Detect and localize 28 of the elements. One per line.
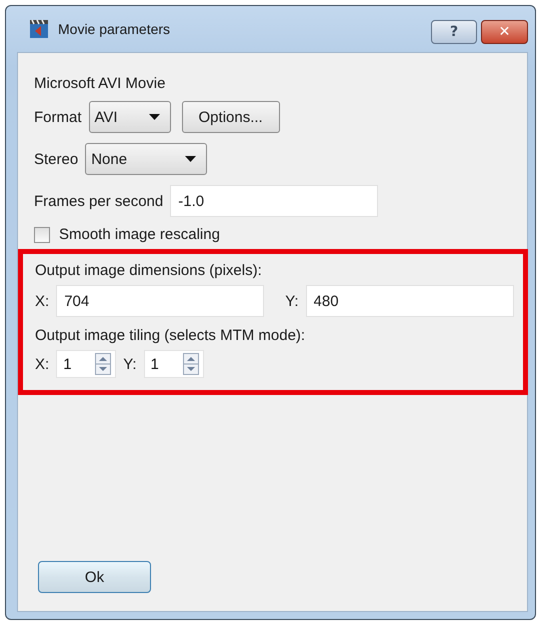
ok-button[interactable]: Ok bbox=[38, 561, 151, 593]
options-button[interactable]: Options... bbox=[182, 101, 280, 133]
field-label: X: bbox=[35, 356, 50, 372]
width-field[interactable]: 704 bbox=[56, 285, 264, 317]
stereo-dropdown[interactable]: None bbox=[85, 143, 208, 175]
fps-field[interactable]: -1.0 bbox=[170, 185, 378, 217]
checkbox-label: Smooth image rescaling bbox=[59, 226, 220, 243]
clapperboard-icon bbox=[29, 19, 49, 39]
section-label: Output image tiling (selects MTM mode): bbox=[35, 327, 306, 344]
section-label: Output image dimensions (pixels): bbox=[35, 262, 263, 279]
field-label: Stereo bbox=[34, 150, 78, 168]
help-button[interactable]: ? bbox=[431, 20, 477, 44]
spin-box[interactable]: 1 bbox=[56, 350, 116, 378]
spinner-arrows-icon[interactable] bbox=[182, 353, 199, 375]
spinner-arrows-icon[interactable] bbox=[95, 353, 112, 375]
dropdown-arrow-icon bbox=[148, 114, 160, 120]
field-label: Y: bbox=[285, 292, 299, 310]
height-field[interactable]: 480 bbox=[306, 285, 514, 317]
field-label: Frames per second bbox=[34, 192, 164, 210]
dropdown-arrow-icon bbox=[185, 156, 196, 162]
field-label: X: bbox=[35, 292, 50, 310]
field-label: Format bbox=[34, 108, 82, 126]
checkbox[interactable] bbox=[34, 226, 50, 242]
format-description: Microsoft AVI Movie bbox=[34, 75, 166, 92]
spin-box[interactable]: 1 bbox=[144, 350, 204, 378]
format-dropdown[interactable]: AVI bbox=[88, 101, 171, 133]
field-label: Y: bbox=[123, 356, 137, 372]
window-title: Movie parameters bbox=[58, 21, 172, 37]
